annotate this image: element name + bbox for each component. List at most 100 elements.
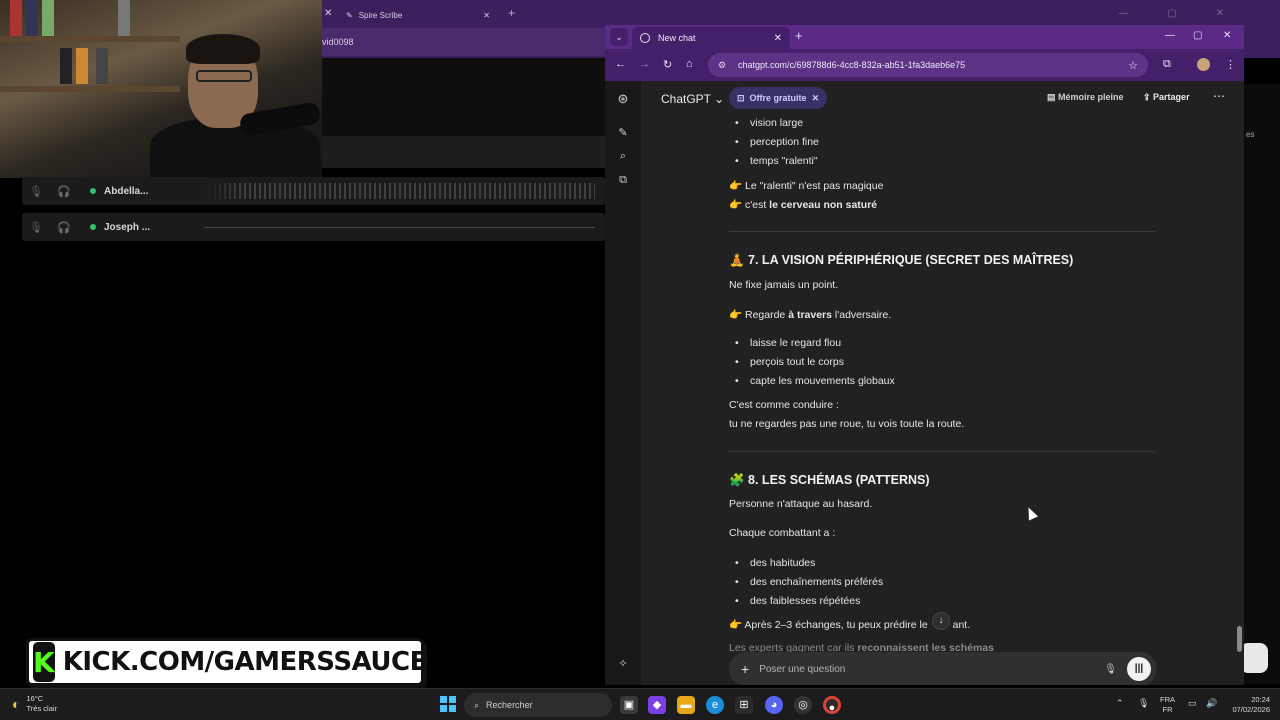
headphones-icon[interactable]: 🎧 (50, 185, 78, 198)
close-icon[interactable]: ✕ (812, 93, 820, 104)
mic-muted-icon[interactable]: 🎙 (22, 221, 50, 234)
section-heading: 🧘 7. LA VISION PÉRIPHÉRIQUE (SECRET DES … (729, 253, 1074, 267)
library-icon[interactable]: ⧉ (615, 174, 631, 187)
offer-badge[interactable]: ⊡ Offre gratuite ✕ (729, 87, 828, 109)
close-icon[interactable]: ✕ (324, 8, 332, 19)
home-icon[interactable]: ⌂ (686, 58, 693, 70)
input-language[interactable]: FRA FR (1160, 695, 1175, 715)
scroll-down-button[interactable]: ↓ (932, 612, 950, 630)
toolbar: ← → ↻ ⌂ ⚙ chatgpt.com/c/698788d6-4cc8-83… (605, 49, 1244, 81)
paragraph: Personne n'attaque au hasard. (729, 498, 873, 510)
search-icon[interactable]: ⌕ (615, 150, 631, 163)
chatgpt-logo-icon[interactable]: ⊛ (615, 91, 631, 107)
dictate-icon[interactable]: 🎙 (1104, 664, 1117, 675)
new-tab-icon[interactable]: + (508, 6, 515, 20)
extensions-icon[interactable]: ⧉ (1163, 58, 1171, 71)
memory-status[interactable]: ▤ Mémoire pleine (1047, 92, 1124, 103)
reload-icon[interactable]: ↻ (663, 58, 672, 71)
tray-chevron-icon[interactable]: ⌃ (1116, 698, 1124, 709)
scrollbar-thumb[interactable] (1237, 626, 1242, 652)
shelf (0, 86, 180, 92)
webcam-feed (0, 0, 322, 178)
menu-icon[interactable]: ⋮ (1225, 58, 1236, 71)
status-dot (90, 224, 96, 230)
book (10, 0, 22, 36)
scrollbar[interactable] (1237, 81, 1242, 685)
taskbar-search[interactable]: ⌕ Rechercher (464, 693, 612, 717)
chrome-icon[interactable]: ● (823, 696, 841, 714)
volume-icon[interactable]: 🔊 (1206, 698, 1217, 709)
section-heading: 🧩 8. LES SCHÉMAS (PATTERNS) (729, 473, 930, 487)
divider (729, 451, 1155, 452)
divider (729, 231, 1155, 232)
new-tab-icon[interactable]: + (795, 28, 803, 43)
glasses (196, 70, 252, 82)
copilot-icon[interactable]: ◆ (648, 696, 666, 714)
paragraph: 👉 Regarde à travers l'adversaire. (729, 309, 892, 321)
book (26, 0, 38, 36)
close-icon[interactable]: ✕ (774, 33, 782, 44)
list-item: des enchaînements préférés (735, 576, 883, 588)
weather-moon-icon: ◐ (12, 696, 21, 712)
book (42, 0, 54, 36)
voice-participant-row[interactable]: 🎙 🎧 Abdella... (22, 177, 605, 205)
list-item: temps "ralenti" (735, 155, 817, 167)
more-options-icon[interactable]: ⋯ (1213, 89, 1225, 103)
discord-icon[interactable]: ◕ (765, 696, 783, 714)
back-icon[interactable]: ← (615, 58, 626, 70)
mic-icon[interactable]: 🎙 (22, 185, 50, 198)
task-view-icon[interactable]: ▣ (620, 696, 638, 714)
start-button-icon[interactable] (440, 696, 456, 712)
add-attachment-icon[interactable]: + (741, 661, 749, 677)
chat-bubble-icon[interactable] (1240, 643, 1268, 673)
new-chat-icon[interactable]: ✎ (615, 126, 631, 139)
kick-logo-icon: K (33, 642, 55, 682)
tab-new-chat[interactable]: New chat ✕ (632, 27, 790, 49)
chatgpt-favicon-icon (640, 33, 650, 43)
maximize-icon[interactable]: ▢ (1193, 30, 1202, 41)
headphones-icon[interactable]: 🎧 (50, 221, 78, 234)
title-bar: ⌄ New chat ✕ + — ▢ ✕ (605, 25, 1244, 49)
paragraph: Ne fixe jamais un point. (729, 279, 839, 291)
list-item: des faiblesses répétées (735, 595, 860, 607)
search-icon: ⌕ (474, 699, 480, 710)
minimize-icon[interactable]: — (1165, 30, 1175, 41)
paragraph: C'est comme conduire : (729, 399, 839, 411)
offer-icon: ⊡ (737, 92, 745, 103)
paragraph: Chaque combattant a : (729, 527, 836, 539)
close-icon[interactable]: ✕ (483, 11, 490, 20)
window-controls: — ▢ ✕ (1118, 8, 1242, 19)
voice-mode-button[interactable]: ||| (1127, 657, 1151, 681)
close-window-icon[interactable]: ✕ (1223, 30, 1231, 41)
book (60, 48, 72, 84)
book (96, 48, 108, 84)
audio-waveform (204, 183, 595, 199)
network-icon[interactable]: ▭ (1188, 698, 1197, 709)
prompt-input[interactable]: Poser une question (759, 664, 1104, 675)
site-info-icon[interactable]: ⚙ (718, 60, 730, 71)
shelf (0, 36, 180, 42)
tab-search-icon[interactable]: ⌄ (610, 28, 628, 46)
forward-icon[interactable]: → (639, 58, 650, 70)
microphone-tray-icon[interactable]: 🎙 (1138, 698, 1149, 709)
system-clock[interactable]: 20:24 07/02/2026 (1224, 695, 1270, 715)
obs-icon[interactable]: ◎ (794, 696, 812, 714)
model-selector[interactable]: ChatGPT ⌄ (661, 92, 724, 106)
voice-participant-row[interactable]: 🎙 🎧 Joseph ... (22, 213, 605, 241)
sparkle-icon[interactable]: ✧ (615, 657, 631, 670)
edge-icon[interactable]: e (706, 696, 724, 714)
background-url: vid0098 (322, 28, 607, 56)
profile-avatar[interactable] (1197, 58, 1210, 71)
weather-widget[interactable]: ◐ 16°C Très clair (12, 694, 57, 714)
status-dot (90, 188, 96, 194)
file-explorer-icon[interactable]: ▬ (677, 696, 695, 714)
list-item: des habitudes (735, 557, 815, 569)
book (76, 48, 88, 84)
store-icon[interactable]: ⊞ (735, 696, 753, 714)
background-tab[interactable]: ✎ Spire Scribe ✕ (340, 4, 500, 26)
weather-condition: Très clair (26, 704, 58, 713)
share-button[interactable]: ⇪ Partager (1143, 92, 1190, 103)
address-bar[interactable]: ⚙ chatgpt.com/c/698788d6-4cc8-832a-ab51-… (708, 53, 1148, 77)
chrome-window: ⌄ New chat ✕ + — ▢ ✕ ← → ↻ ⌂ ⚙ chatgpt.c… (605, 25, 1244, 685)
bookmark-star-icon[interactable]: ☆ (1128, 59, 1138, 72)
